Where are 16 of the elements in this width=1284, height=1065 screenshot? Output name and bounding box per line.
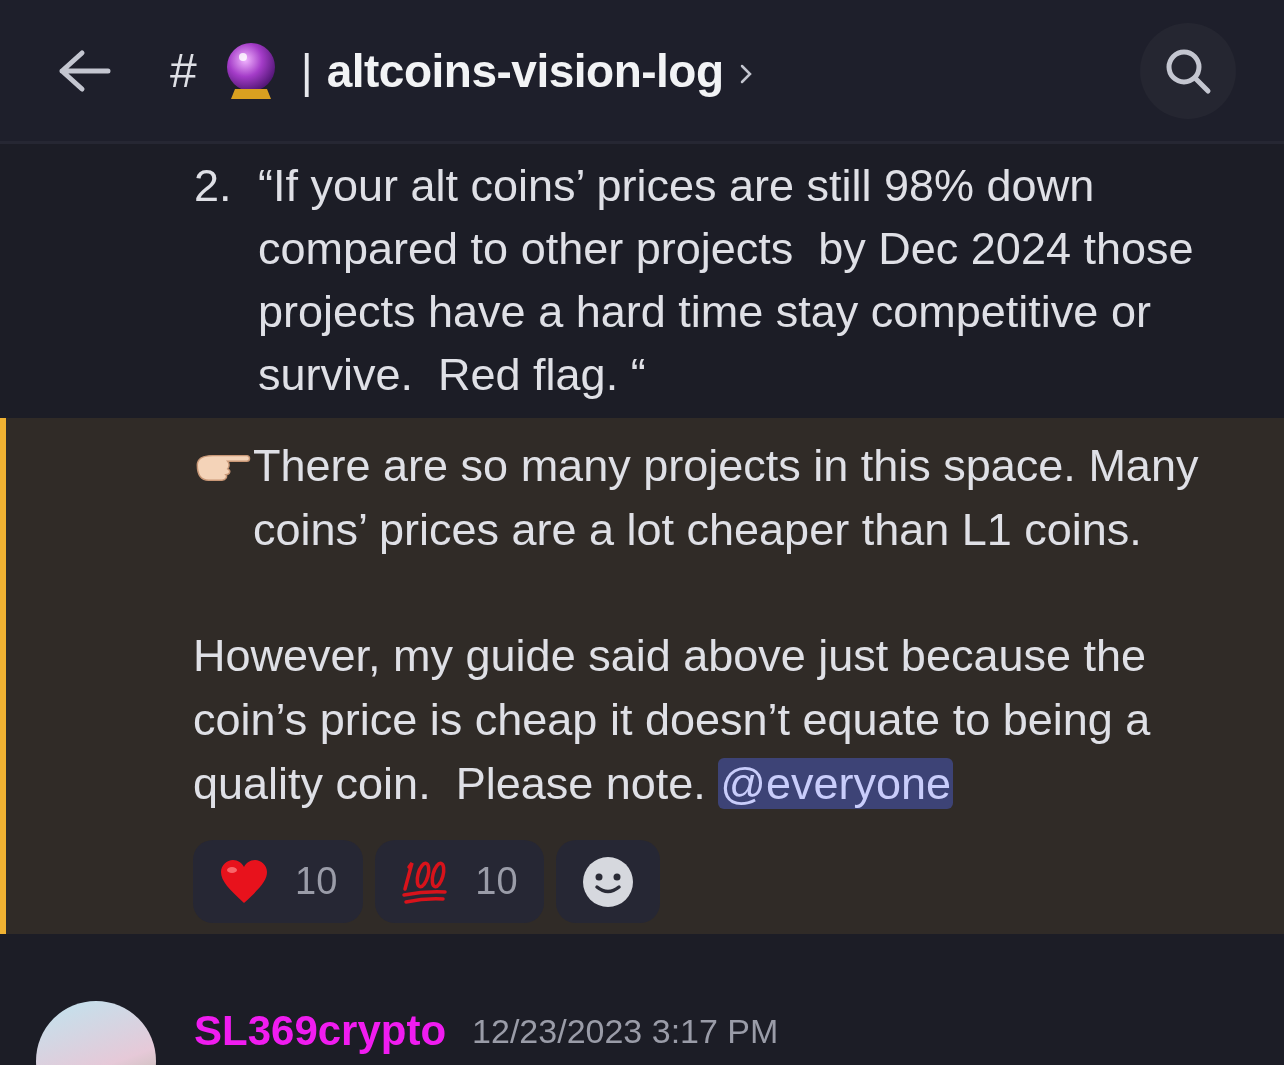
message-text: However, my guide said above just because the coin’s price is cheap it doesn’t equate to being a quality coin. Please note. @everyone: [193, 629, 1152, 811]
message-text: “If your alt coins’ prices are still 98% down compared to other projects by Dec 2024 those projects have a hard time stay competitive or survive. Red flag. “: [258, 159, 1195, 402]
message-text: There are so many projects in this space. Many coins’ prices are a lot cheaper than L1 coins.: [253, 439, 1200, 557]
message-timestamp: 12/23/2023 3:17 PM: [472, 1011, 779, 1051]
chevron-right-icon[interactable]: [739, 63, 752, 84]
list-number: 2.: [194, 159, 233, 213]
mention-link[interactable]: @everyone: [718, 758, 954, 809]
channel-separator: |: [300, 43, 313, 98]
reaction-button[interactable]: 10: [375, 840, 544, 923]
channel-hash: #: [170, 43, 197, 98]
smiley-face-icon: [581, 855, 634, 908]
author-name[interactable]: SL369crypto: [194, 1007, 447, 1055]
channel-name[interactable]: altcoins-vision-log: [326, 43, 724, 98]
heart-icon: [219, 858, 269, 905]
reaction-button[interactable]: 10: [193, 840, 364, 923]
add-reaction-button[interactable]: [555, 840, 660, 923]
